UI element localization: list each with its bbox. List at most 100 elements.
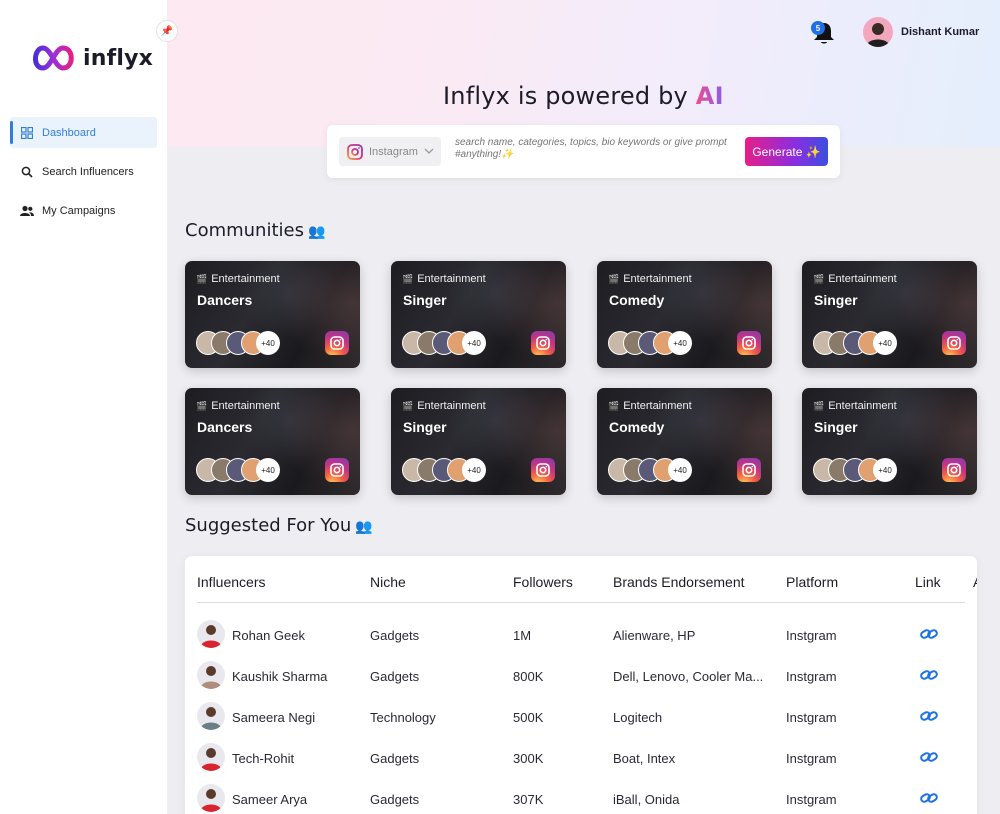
instagram-icon xyxy=(531,458,555,482)
user-name[interactable]: Dishant Kumar xyxy=(901,26,979,38)
clapperboard-icon: 🎬 xyxy=(196,400,208,411)
niche-cell: Gadgets xyxy=(370,751,420,766)
instagram-icon xyxy=(942,458,966,482)
column-header-truncated[interactable]: A xyxy=(973,574,977,590)
community-card[interactable]: 🎬 Entertainment Dancers +40 xyxy=(185,388,360,495)
column-header-influencers[interactable]: Influencers xyxy=(197,574,265,590)
link-icon[interactable] xyxy=(920,627,938,646)
community-card[interactable]: 🎬 Entertainment Singer +40 xyxy=(391,261,566,368)
headline-text: Inflyx is powered by xyxy=(443,82,696,110)
instagram-icon xyxy=(942,331,966,355)
instagram-icon xyxy=(737,458,761,482)
clapperboard-icon: 🎬 xyxy=(402,273,414,284)
influencer-name[interactable]: Kaushik Sharma xyxy=(232,669,327,684)
user-avatar[interactable] xyxy=(863,17,893,47)
member-avatars: +40 xyxy=(196,458,280,482)
niche-cell: Gadgets xyxy=(370,792,420,807)
community-card[interactable]: 🎬 Entertainment Dancers +40 xyxy=(185,261,360,368)
card-title: Dancers xyxy=(197,292,253,308)
followers-cell: 300K xyxy=(513,751,544,766)
table-row[interactable]: Tech-Rohit Gadgets 300K Boat, Intex Instgram xyxy=(185,738,977,779)
generate-button[interactable]: Generate ✨ xyxy=(745,137,828,166)
platform-cell: Instgram xyxy=(786,669,837,684)
table-row[interactable]: Sameera Negi Technology 500K Logitech Instgr… xyxy=(185,697,977,738)
clapperboard-icon: 🎬 xyxy=(402,400,414,411)
platform-cell: Instgram xyxy=(786,751,837,766)
member-avatars: +40 xyxy=(608,331,692,355)
table-row[interactable]: Sameer Arya Gadgets 307K iBall, Onida Instgr… xyxy=(185,779,977,814)
influencer-name[interactable]: Rohan Geek xyxy=(232,628,305,643)
infinity-logo-icon xyxy=(33,45,74,71)
chevron-down-icon xyxy=(424,146,434,157)
card-category: 🎬 Entertainment xyxy=(608,400,692,412)
pin-icon: 📌 xyxy=(160,25,174,37)
column-header-niche[interactable]: Niche xyxy=(370,574,406,590)
community-card[interactable]: 🎬 Entertainment Singer +40 xyxy=(802,261,977,368)
more-members-badge: +40 xyxy=(462,331,486,355)
card-category: 🎬 Entertainment xyxy=(813,400,897,412)
influencer-name[interactable]: Sameera Negi xyxy=(232,710,315,725)
page-headline: Inflyx is powered by AI xyxy=(443,82,724,110)
community-card[interactable]: 🎬 Entertainment Singer +40 xyxy=(391,388,566,495)
influencer-name[interactable]: Sameer Arya xyxy=(232,792,307,807)
card-title: Comedy xyxy=(609,419,665,435)
card-title: Singer xyxy=(814,419,858,435)
column-header-followers[interactable]: Followers xyxy=(513,574,573,590)
notifications-button[interactable]: 5 xyxy=(811,20,836,51)
member-avatars: +40 xyxy=(196,331,280,355)
card-category-label: Entertainment xyxy=(828,273,897,285)
headline-ai-text: AI xyxy=(695,82,724,110)
more-members-badge: +40 xyxy=(873,458,897,482)
link-icon[interactable] xyxy=(920,750,938,769)
brands-cell: Dell, Lenovo, Cooler Ma... xyxy=(613,669,764,684)
brand-logo[interactable]: inflyx xyxy=(29,42,153,74)
link-icon[interactable] xyxy=(920,791,938,810)
column-header-brands[interactable]: Brands Endorsement xyxy=(613,574,745,590)
card-category-label: Entertainment xyxy=(623,400,692,412)
card-category-label: Entertainment xyxy=(623,273,692,285)
people-icon: 👥 xyxy=(307,224,326,240)
member-avatars: +40 xyxy=(813,331,897,355)
brands-cell: iBall, Onida xyxy=(613,792,680,807)
more-members-badge: +40 xyxy=(668,331,692,355)
suggested-title-text: Suggested For You xyxy=(185,515,352,536)
communities-title-text: Communities xyxy=(185,220,304,241)
member-avatars: +40 xyxy=(402,331,486,355)
sidebar-item-label: Search Influencers xyxy=(42,165,134,178)
sidebar-item-dashboard[interactable]: Dashboard xyxy=(10,117,157,148)
link-icon[interactable] xyxy=(920,709,938,728)
pin-sidebar-button[interactable]: 📌 xyxy=(156,20,178,42)
community-card[interactable]: 🎬 Entertainment Comedy +40 xyxy=(597,261,772,368)
community-card[interactable]: 🎬 Entertainment Singer +40 xyxy=(802,388,977,495)
table-row[interactable]: Kaushik Sharma Gadgets 800K Dell, Lenovo, C… xyxy=(185,656,977,697)
card-title: Dancers xyxy=(197,419,253,435)
followers-cell: 307K xyxy=(513,792,544,807)
sidebar-item-label: My Campaigns xyxy=(42,204,116,217)
sidebar: inflyx Dashboard Search Influencers My C… xyxy=(0,0,167,814)
sidebar-item-label: Dashboard xyxy=(42,126,96,139)
search-input[interactable] xyxy=(455,137,735,167)
platform-select-value: Instagram xyxy=(369,145,418,158)
table-row[interactable]: Rohan Geek Gadgets 1M Alienware, HP Instgram xyxy=(185,615,977,656)
column-header-link[interactable]: Link xyxy=(915,574,941,590)
sidebar-item-search-influencers[interactable]: Search Influencers xyxy=(10,156,157,187)
card-category: 🎬 Entertainment xyxy=(196,400,280,412)
column-header-platform[interactable]: Platform xyxy=(786,574,838,590)
suggested-title: Suggested For You 👥 xyxy=(185,515,373,536)
sidebar-item-my-campaigns[interactable]: My Campaigns xyxy=(10,195,157,226)
influencer-name[interactable]: Tech-Rohit xyxy=(232,751,294,766)
clapperboard-icon: 🎬 xyxy=(813,273,825,284)
card-category-label: Entertainment xyxy=(417,400,486,412)
card-category: 🎬 Entertainment xyxy=(608,273,692,285)
instagram-icon xyxy=(325,458,349,482)
brand-name: inflyx xyxy=(83,45,154,71)
platform-select[interactable]: Instagram xyxy=(339,137,441,166)
community-card[interactable]: 🎬 Entertainment Comedy +40 xyxy=(597,388,772,495)
search-icon xyxy=(20,165,34,179)
instagram-icon xyxy=(325,331,349,355)
link-icon[interactable] xyxy=(920,668,938,687)
niche-cell: Gadgets xyxy=(370,669,420,684)
instagram-icon xyxy=(347,143,363,160)
clapperboard-icon: 🎬 xyxy=(608,400,620,411)
card-category: 🎬 Entertainment xyxy=(196,273,280,285)
